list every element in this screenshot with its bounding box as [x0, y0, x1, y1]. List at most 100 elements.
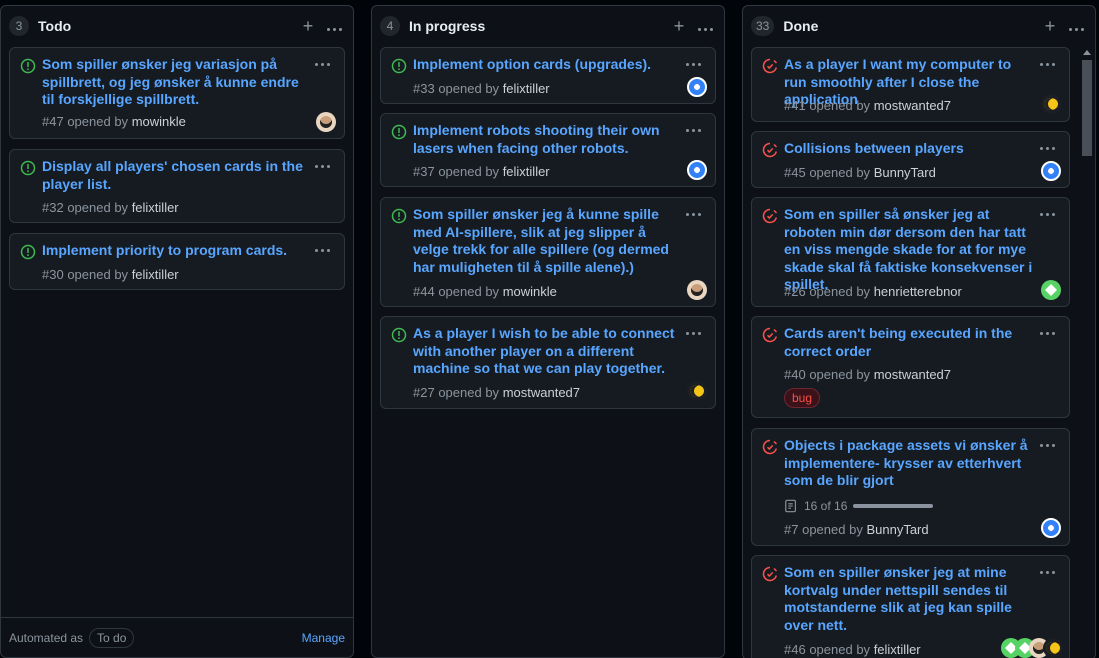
issue-card[interactable]: As a player I want my computer to run sm… — [751, 47, 1070, 122]
issue-author[interactable]: felixtiller — [503, 81, 550, 96]
issue-card[interactable]: Implement robots shooting their own lase… — [380, 113, 716, 187]
card-menu-kebab-icon[interactable] — [1040, 564, 1055, 580]
column-done: 33 Done + As a player I want my computer… — [742, 5, 1096, 658]
column-scrollbar[interactable] — [1080, 46, 1094, 658]
issue-number: #32 — [42, 200, 64, 215]
label-badge[interactable]: bug — [784, 388, 821, 408]
opened-by-text: opened by — [67, 267, 129, 282]
issue-opened-icon — [20, 160, 36, 176]
issue-card[interactable]: Implement option cards (upgrades). #33 o… — [380, 47, 716, 104]
issue-title-link[interactable]: Cards aren't being executed in the corre… — [784, 325, 1033, 360]
avatar[interactable] — [1041, 280, 1061, 300]
issue-author[interactable]: henrietterebnor — [874, 284, 962, 299]
avatar[interactable] — [687, 280, 707, 300]
issue-card[interactable]: Som spiller ønsker jeg variasjon på spil… — [9, 47, 345, 139]
progress-bar — [853, 504, 934, 508]
opened-by-text: opened by — [67, 200, 129, 215]
card-menu-kebab-icon[interactable] — [315, 56, 330, 72]
progress-bar-fill — [853, 504, 934, 508]
issue-title-link[interactable]: Som en spiller ønsker jeg at mine kortva… — [784, 564, 1033, 634]
avatar[interactable] — [1041, 161, 1061, 181]
issue-author[interactable]: mowinkle — [132, 114, 186, 129]
issue-author[interactable]: felixtiller — [132, 267, 179, 282]
issue-number: #44 — [413, 284, 435, 299]
issue-meta: #44 opened by mowinkle — [413, 284, 557, 299]
column-menu-button[interactable] — [323, 15, 345, 38]
issue-title-link[interactable]: Som spiller ønsker jeg variasjon på spil… — [42, 56, 308, 109]
opened-by-text: opened by — [809, 165, 871, 180]
plus-icon[interactable]: + — [668, 16, 690, 37]
issue-card[interactable]: Objects i package assets vi ønsker å imp… — [751, 428, 1070, 546]
issue-title-link[interactable]: Som en spiller så ønsker jeg at roboten … — [784, 206, 1033, 294]
issue-card[interactable]: Som en spiller ønsker jeg at mine kortva… — [751, 555, 1070, 658]
plus-icon[interactable]: + — [297, 16, 319, 37]
manage-automation-link[interactable]: Manage — [302, 631, 345, 645]
card-menu-kebab-icon[interactable] — [686, 122, 701, 138]
issue-meta: #7 opened by BunnyTard — [784, 522, 929, 537]
issue-title-link[interactable]: Objects i package assets vi ønsker å imp… — [784, 437, 1033, 490]
column-menu-button[interactable] — [1065, 15, 1087, 38]
card-menu-kebab-icon[interactable] — [1040, 206, 1055, 222]
issue-title-link[interactable]: Implement option cards (upgrades). — [413, 56, 679, 74]
issue-title-link[interactable]: Implement robots shooting their own lase… — [413, 122, 679, 157]
column-title: In progress — [409, 18, 486, 34]
issue-card[interactable]: Implement priority to program cards. #30… — [9, 233, 345, 290]
avatar[interactable] — [687, 160, 707, 180]
issue-author[interactable]: BunnyTard — [874, 165, 936, 180]
scroll-up-arrow-icon[interactable] — [1083, 50, 1091, 55]
issue-title-link[interactable]: Implement priority to program cards. — [42, 242, 308, 260]
issue-author[interactable]: mostwanted7 — [874, 98, 951, 113]
issue-card[interactable]: Som spiller ønsker jeg å kunne spille me… — [380, 197, 716, 307]
card-menu-kebab-icon[interactable] — [1040, 140, 1055, 156]
issue-card[interactable]: Display all players' chosen cards in the… — [9, 149, 345, 223]
avatar[interactable] — [316, 112, 336, 132]
issue-opened-icon — [391, 124, 407, 140]
issue-author[interactable]: felixtiller — [503, 164, 550, 179]
issue-opened-icon — [391, 208, 407, 224]
issue-card[interactable]: Som en spiller så ønsker jeg at roboten … — [751, 197, 1070, 307]
card-menu-kebab-icon[interactable] — [1040, 437, 1055, 453]
avatar[interactable] — [687, 381, 707, 401]
issue-meta: #45 opened by BunnyTard — [784, 165, 936, 180]
issue-card[interactable]: As a player I wish to be able to connect… — [380, 316, 716, 409]
avatar[interactable] — [1043, 638, 1063, 658]
opened-by-text: opened by — [67, 114, 129, 129]
automated-as-label: Automated as — [9, 630, 84, 645]
avatar[interactable] — [687, 77, 707, 97]
issue-card[interactable]: Cards aren't being executed in the corre… — [751, 316, 1070, 418]
issue-meta: #46 opened by felixtiller — [784, 642, 921, 657]
scrollbar-thumb[interactable] — [1082, 60, 1092, 156]
card-menu-kebab-icon[interactable] — [315, 158, 330, 174]
opened-by-text: opened by — [438, 164, 500, 179]
issue-number: #26 — [784, 284, 806, 299]
card-menu-kebab-icon[interactable] — [1040, 325, 1055, 341]
column-footer: Automated as To do Manage — [1, 617, 353, 657]
card-menu-kebab-icon[interactable] — [315, 242, 330, 258]
card-menu-kebab-icon[interactable] — [686, 325, 701, 341]
issue-card[interactable]: Collisions between players #45 opened by… — [751, 131, 1070, 188]
avatar[interactable] — [1041, 518, 1061, 538]
card-menu-kebab-icon[interactable] — [686, 206, 701, 222]
issue-author[interactable]: felixtiller — [874, 642, 921, 657]
task-progress: 16 of 16 — [784, 499, 934, 513]
avatar[interactable] — [1041, 94, 1061, 114]
issue-author[interactable]: mostwanted7 — [874, 367, 951, 382]
column-title: Todo — [38, 18, 72, 34]
issue-author[interactable]: BunnyTard — [866, 522, 928, 537]
card-menu-kebab-icon[interactable] — [1040, 56, 1055, 72]
issue-title-link[interactable]: Display all players' chosen cards in the… — [42, 158, 308, 193]
issue-author[interactable]: mowinkle — [503, 284, 557, 299]
issue-author[interactable]: felixtiller — [132, 200, 179, 215]
column-menu-button[interactable] — [694, 15, 716, 38]
issue-title-link[interactable]: As a player I wish to be able to connect… — [413, 325, 679, 378]
plus-icon[interactable]: + — [1039, 16, 1061, 37]
card-menu-kebab-icon[interactable] — [686, 56, 701, 72]
issue-title-link[interactable]: Collisions between players — [784, 140, 1033, 158]
column-header: 3 Todo + — [1, 6, 353, 46]
automation-badge: To do — [89, 627, 135, 648]
issue-opened-icon — [391, 58, 407, 74]
issue-meta: #32 opened by felixtiller — [42, 200, 179, 215]
issue-author[interactable]: mostwanted7 — [503, 385, 580, 400]
issue-number: #27 — [413, 385, 435, 400]
issue-title-link[interactable]: Som spiller ønsker jeg å kunne spille me… — [413, 206, 679, 276]
